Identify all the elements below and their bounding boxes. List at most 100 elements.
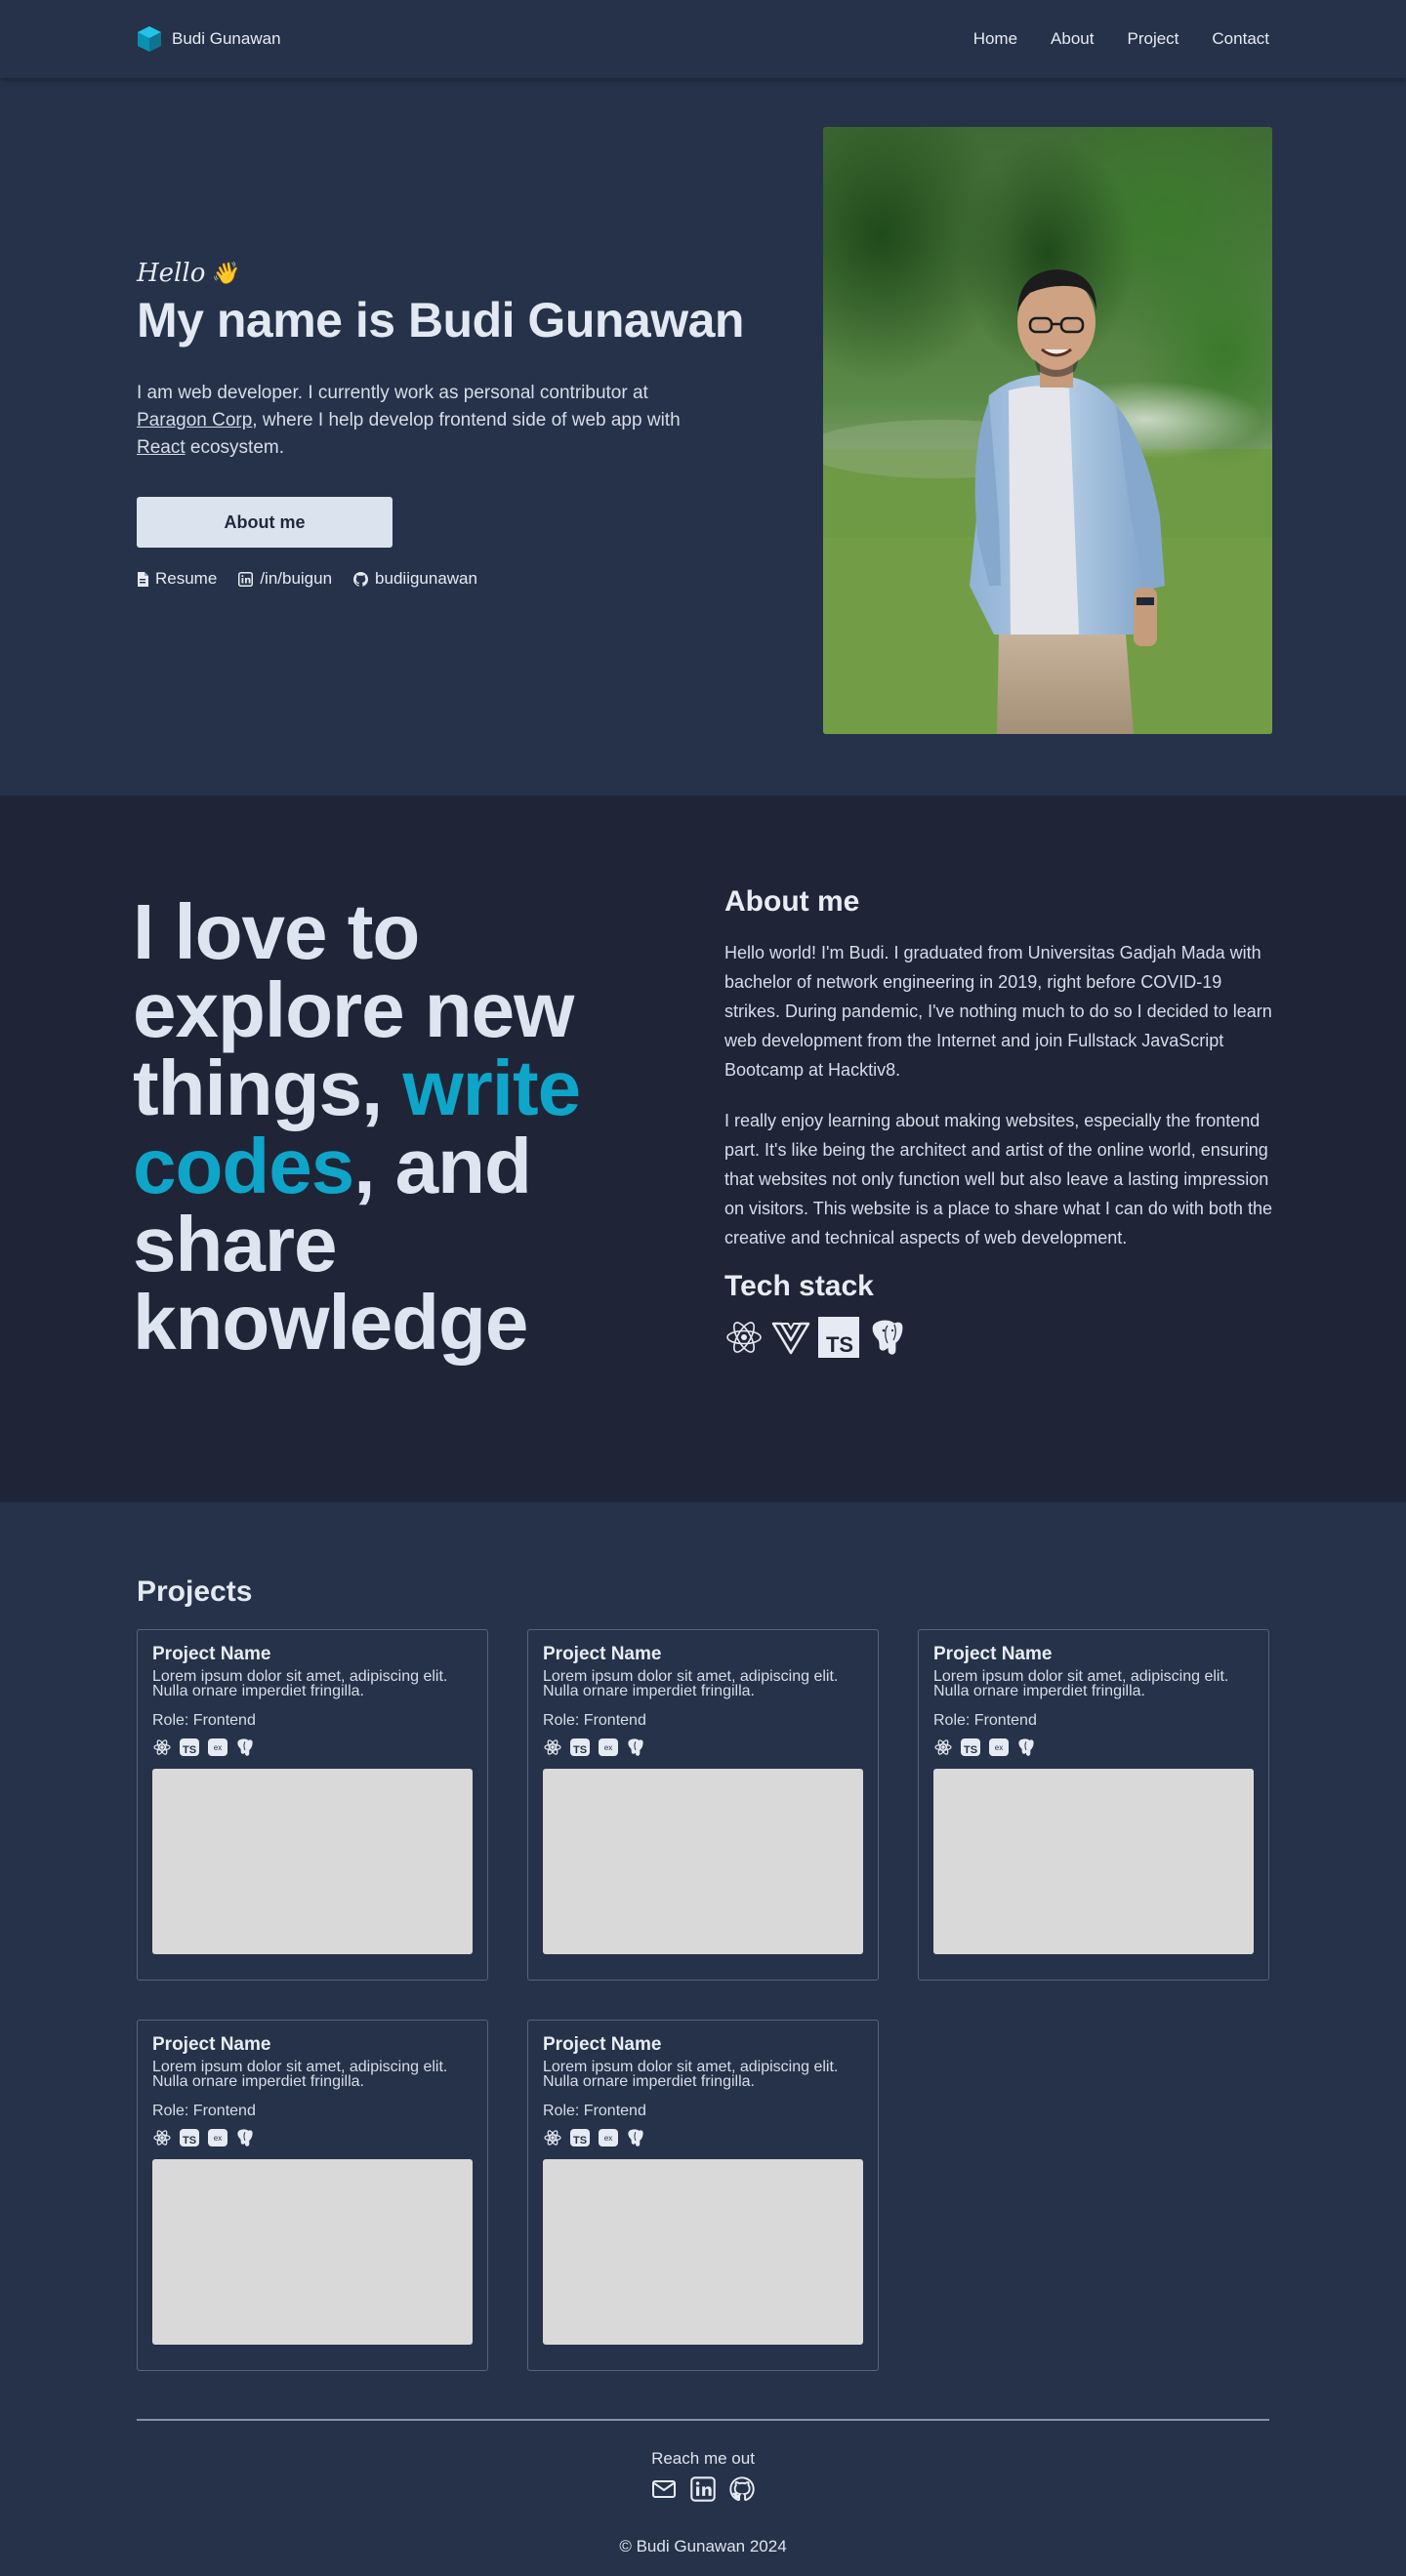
svg-text:TS: TS [573,1744,587,1756]
project-card[interactable]: Project Name Lorem ipsum dolor sit amet,… [527,1629,879,1981]
project-tech-icons: TS ex [543,2128,863,2147]
projects-title: Projects [137,1575,253,1608]
nav-links: Home About Project Contact [973,29,1269,49]
postgresql-icon [626,2128,645,2147]
typescript-icon: TS [179,1738,200,1757]
react-icon [724,1318,764,1357]
tech-stack-icons: TS [724,1317,1276,1358]
project-role: Role: Frontend [933,1712,1037,1729]
svg-text:ex: ex [604,1743,612,1752]
svg-text:TS: TS [183,1744,196,1756]
project-description: Lorem ipsum dolor sit amet, adipiscing e… [543,2059,839,2090]
react-icon [152,1738,172,1757]
project-role: Role: Frontend [543,2103,646,2119]
project-card[interactable]: Project Name Lorem ipsum dolor sit amet,… [137,2020,488,2371]
project-name: Project Name [152,1644,271,1664]
project-thumbnail [152,2159,473,2345]
document-icon [137,571,148,587]
github-icon[interactable] [729,2476,755,2502]
react-icon [933,1738,953,1757]
project-description: Lorem ipsum dolor sit amet, adipiscing e… [152,1668,448,1699]
vue-icon [771,1318,810,1357]
about-content: About me Hello world! I'm Budi. I gradua… [724,885,1276,1358]
hero-links: Resume /in/buigun budiigunawan [137,569,762,589]
hero-intro: Hello 👋 My name is Budi Gunawan I am web… [137,259,762,589]
hero-desc-text-3: ecosystem. [185,437,285,458]
github-link[interactable]: budiigunawan [353,569,477,589]
waving-hand-icon: 👋 [211,261,238,286]
github-icon [353,571,369,587]
project-description: Lorem ipsum dolor sit amet, adipiscing e… [933,1668,1229,1699]
typescript-icon: TS [179,2128,200,2147]
social-links [0,2476,1406,2502]
linkedin-label: /in/buigun [260,569,333,588]
hero-title: My name is Budi Gunawan [137,293,744,348]
project-name: Project Name [543,1644,662,1664]
svg-text:TS: TS [826,1332,853,1357]
postgresql-icon [626,1738,645,1757]
postgresql-icon [235,1738,255,1757]
project-tech-icons: TS ex [933,1738,1254,1757]
svg-text:TS: TS [964,1744,977,1756]
project-name: Project Name [933,1644,1053,1664]
express-icon: ex [988,1738,1010,1757]
project-tech-icons: TS ex [152,1738,473,1757]
react-link[interactable]: React [137,437,186,458]
projects-section: Projects Project Name Lorem ipsum dolor … [0,1502,1406,2576]
project-thumbnail [543,1769,863,1954]
express-icon: ex [207,2128,228,2147]
react-icon [543,1738,562,1757]
nav-link-contact[interactable]: Contact [1212,29,1269,49]
email-icon[interactable] [651,2476,677,2502]
about-section: I love to explore new things, write code… [0,796,1406,1502]
resume-label: Resume [155,569,218,588]
project-role: Role: Frontend [152,1712,256,1729]
postgresql-icon [1016,1738,1036,1757]
project-role: Role: Frontend [152,2103,256,2119]
github-label: budiigunawan [375,569,477,588]
project-tech-icons: TS ex [152,2128,473,2147]
about-me-button[interactable]: About me [137,497,393,548]
nav-link-project[interactable]: Project [1127,29,1179,49]
hero-description: I am web developer. I currently work as … [137,380,683,462]
linkedin-link[interactable]: /in/buigun [238,569,332,589]
project-card[interactable]: Project Name Lorem ipsum dolor sit amet,… [918,1629,1269,1981]
nav-link-home[interactable]: Home [973,29,1017,49]
svg-text:ex: ex [995,1743,1003,1752]
typescript-icon: TS [960,1738,981,1757]
greeting: Hello 👋 [137,259,762,288]
project-thumbnail [543,2159,863,2345]
hero-section: Hello 👋 My name is Budi Gunawan I am web… [0,78,1406,796]
project-card[interactable]: Project Name Lorem ipsum dolor sit amet,… [137,1629,488,1981]
typescript-icon: TS [569,2128,591,2147]
typescript-icon: TS [569,1738,591,1757]
copyright: © Budi Gunawan 2024 [619,2537,787,2556]
react-icon [543,2128,562,2147]
paragon-corp-link[interactable]: Paragon Corp [137,410,252,430]
project-name: Project Name [152,2034,271,2055]
top-nav: Budi Gunawan Home About Project Contact [0,0,1406,78]
brand[interactable]: Budi Gunawan [137,25,281,53]
project-description: Lorem ipsum dolor sit amet, adipiscing e… [152,2059,448,2090]
svg-text:ex: ex [214,1743,222,1752]
svg-text:TS: TS [183,2135,196,2147]
express-icon: ex [598,1738,619,1757]
greeting-text: Hello [137,259,206,288]
svg-text:TS: TS [573,2135,587,2147]
nav-link-about[interactable]: About [1051,29,1094,49]
footer-divider [137,2419,1269,2421]
project-thumbnail [933,1769,1254,1954]
reach-me-label: Reach me out [651,2449,755,2468]
about-title: About me [724,885,860,918]
project-card[interactable]: Project Name Lorem ipsum dolor sit amet,… [527,2020,879,2371]
postgresql-icon [235,2128,255,2147]
hero-desc-text-1: I am web developer. I currently work as … [137,383,648,403]
linkedin-icon[interactable] [690,2476,716,2502]
about-paragraph-2: I really enjoy learning about making web… [724,1111,1272,1247]
project-thumbnail [152,1769,473,1954]
react-icon [152,2128,172,2147]
project-description: Lorem ipsum dolor sit amet, adipiscing e… [543,1668,839,1699]
resume-link[interactable]: Resume [137,569,217,589]
profile-photo [823,127,1272,734]
express-icon: ex [598,2128,619,2147]
